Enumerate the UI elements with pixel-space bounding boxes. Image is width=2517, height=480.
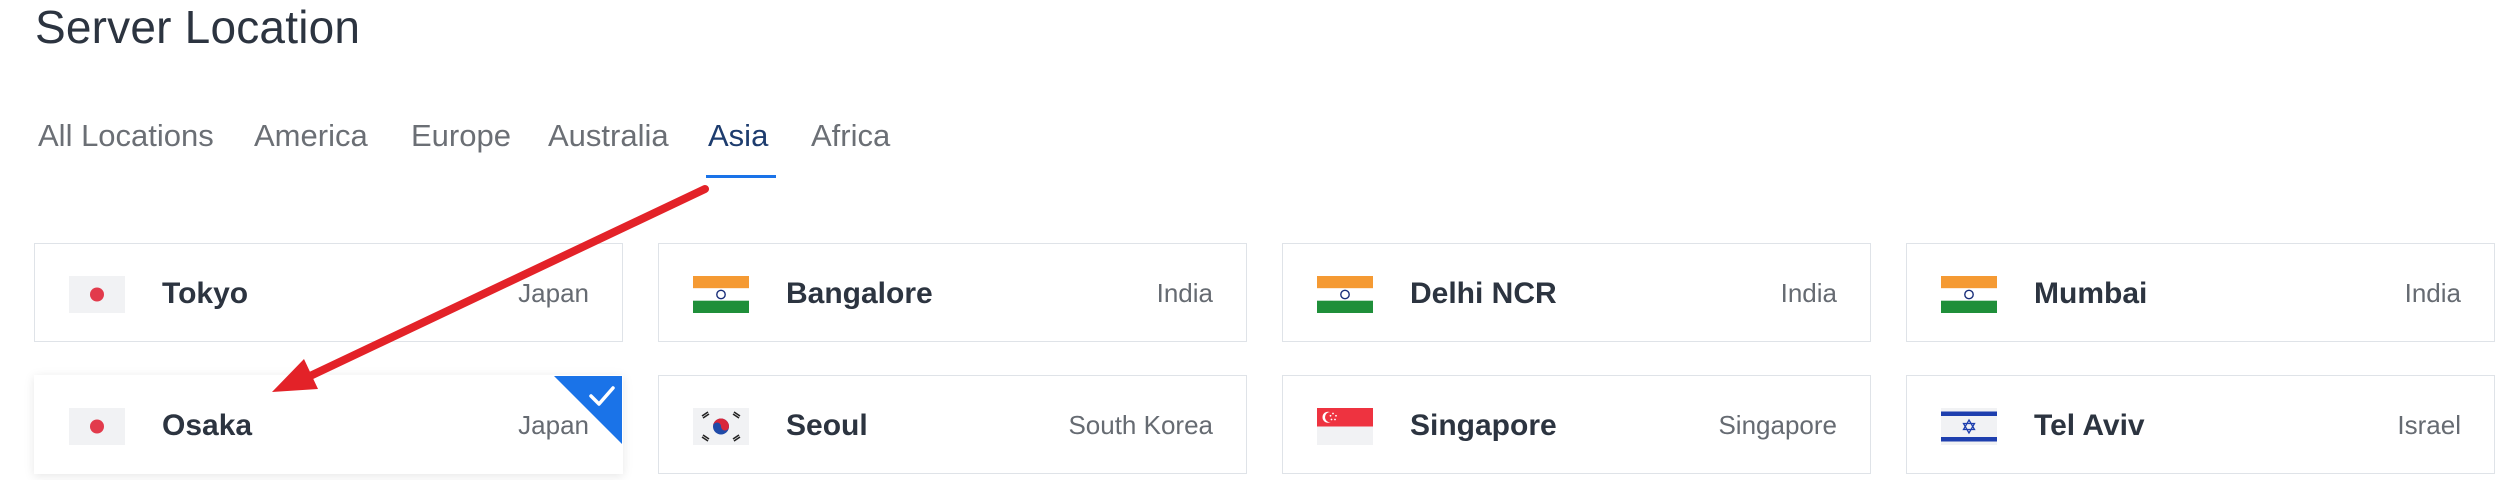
location-country: Japan [518,278,589,308]
tab-europe[interactable]: Europe [411,118,511,154]
location-card-delhi-ncr[interactable]: Delhi NCR India [1282,243,1871,342]
location-city: Bangalore [786,277,933,310]
tab-asia[interactable]: Asia [708,118,768,154]
location-city: Tokyo [162,277,249,310]
location-city: Delhi NCR [1410,277,1557,310]
location-country: India [2404,278,2461,308]
active-tab-indicator [706,175,776,178]
location-card-mumbai[interactable]: Mumbai India [1906,243,2495,342]
page-title: Server Location [35,1,361,53]
india-flag-icon [1941,276,1997,313]
checkmark-icon [589,386,615,406]
tab-africa[interactable]: Africa [811,118,890,154]
location-card-singapore[interactable]: Singapore Singapore [1282,375,1871,474]
location-country: Israel [2397,410,2461,440]
location-city: Osaka [162,409,253,442]
location-card-osaka[interactable]: Osaka Japan [34,375,623,474]
location-city: Tel Aviv [2034,409,2145,442]
tab-america[interactable]: America [254,118,368,154]
israel-flag-icon [1941,408,1997,445]
location-country: India [1780,278,1837,308]
location-country: India [1156,278,1213,308]
location-card-tel-aviv[interactable]: Tel Aviv Israel [1906,375,2495,474]
tab-all-locations[interactable]: All Locations [38,118,214,154]
india-flag-icon [693,276,749,313]
location-country: South Korea [1068,410,1213,440]
location-card-tokyo[interactable]: Tokyo Japan [34,243,623,342]
location-card-bangalore[interactable]: Bangalore India [658,243,1247,342]
location-country: Singapore [1718,410,1837,440]
tab-australia[interactable]: Australia [548,118,669,154]
location-card-seoul[interactable]: Seoul South Korea [658,375,1247,474]
location-city: Singapore [1410,409,1557,442]
location-city: Seoul [786,409,868,442]
japan-flag-icon [69,276,125,313]
japan-flag-icon [69,408,125,445]
singapore-flag-icon [1317,408,1373,445]
south-korea-flag-icon [693,408,749,445]
location-city: Mumbai [2034,277,2148,310]
india-flag-icon [1317,276,1373,313]
